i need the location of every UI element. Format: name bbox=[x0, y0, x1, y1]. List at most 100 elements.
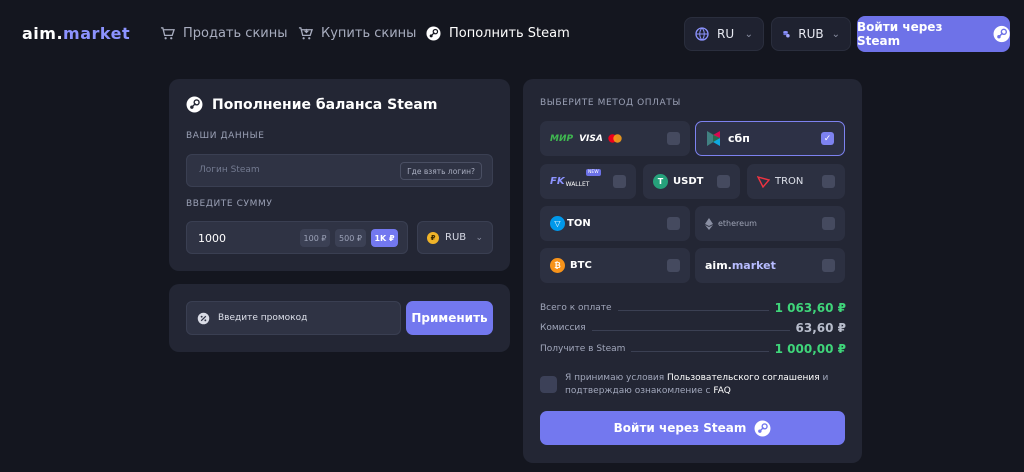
fk-wallet-label: WALLET bbox=[565, 181, 590, 188]
ruble-coin-icon: ₽ bbox=[427, 231, 439, 244]
ethereum-icon bbox=[705, 217, 713, 230]
language-value: RU bbox=[717, 27, 735, 41]
method-aim-balance[interactable]: aim. market bbox=[695, 248, 845, 283]
currency-value: RUB bbox=[798, 27, 824, 41]
faq-link[interactable]: FAQ bbox=[713, 386, 730, 396]
steam-login-field[interactable]: Логин Steam Где взять логин? bbox=[186, 154, 493, 187]
topup-title-text: Пополнение баланса Steam bbox=[212, 96, 438, 113]
btc-label: BTC bbox=[570, 260, 592, 271]
method-usdt-checkbox[interactable] bbox=[717, 175, 730, 188]
amount-input[interactable]: 1000 100 ₽ 500 ₽ 1K ₽ bbox=[186, 221, 408, 254]
method-tron[interactable]: TRON bbox=[747, 164, 845, 199]
chevron-down-icon: ⌄ bbox=[475, 232, 483, 243]
percent-badge-icon bbox=[197, 312, 210, 324]
nav-sell-label: Продать скины bbox=[183, 26, 288, 41]
summary-total: Всего к оплате 1 063,60 ₽ bbox=[540, 301, 846, 315]
cart-icon bbox=[160, 27, 175, 40]
commission-label: Комиссия bbox=[540, 323, 586, 333]
method-sbp[interactable]: сбп ✓ bbox=[695, 121, 845, 156]
agree-text: Я принимаю условия Пользовательского сог… bbox=[565, 372, 847, 398]
nav-buy-label: Купить скины bbox=[321, 26, 417, 41]
amount-currency-select[interactable]: ₽ RUB ⌄ bbox=[417, 221, 493, 254]
fk-logo: FK bbox=[550, 176, 565, 187]
tron-icon bbox=[757, 175, 770, 188]
method-btc-checkbox[interactable] bbox=[667, 259, 680, 272]
topup-title: Пополнение баланса Steam bbox=[186, 96, 437, 113]
method-fkwallet[interactable]: FK WALLET NEW bbox=[540, 164, 636, 199]
total-label: Всего к оплате bbox=[540, 303, 612, 313]
mir-logo: МИР bbox=[550, 133, 574, 144]
steam-icon bbox=[754, 420, 771, 436]
currency-select[interactable]: RUB ⌄ bbox=[771, 17, 851, 51]
logo-accent: market bbox=[63, 24, 131, 43]
method-cards-checkbox[interactable] bbox=[667, 132, 680, 145]
method-ton[interactable]: ▽ TON bbox=[540, 206, 690, 241]
login-steam-button[interactable]: Войти через Steam bbox=[540, 411, 845, 445]
method-fkwallet-checkbox[interactable] bbox=[613, 175, 626, 188]
amount-value: 1000 bbox=[198, 232, 226, 245]
commission-value: 63,60 ₽ bbox=[795, 321, 846, 335]
total-value: 1 063,60 ₽ bbox=[774, 301, 846, 315]
globe-icon bbox=[695, 27, 709, 41]
your-data-label: ВАШИ ДАННЫЕ bbox=[186, 131, 265, 141]
login-label: Войти через Steam bbox=[857, 20, 943, 48]
steam-icon bbox=[426, 26, 441, 41]
apply-promo-button[interactable]: Применить bbox=[406, 301, 493, 335]
method-aim-checkbox[interactable] bbox=[822, 259, 835, 272]
bitcoin-icon: ₿ bbox=[550, 258, 565, 273]
method-ethereum-checkbox[interactable] bbox=[822, 217, 835, 230]
steam-icon bbox=[993, 25, 1010, 43]
payment-method-title: ВЫБЕРИТЕ МЕТОД ОПЛАТЫ bbox=[540, 98, 681, 108]
ton-label: TON bbox=[567, 218, 591, 229]
tether-icon: T bbox=[653, 174, 668, 189]
logo-main: aim. bbox=[22, 24, 64, 43]
sbp-logo-icon bbox=[707, 131, 720, 146]
steam-login-placeholder: Логин Steam bbox=[199, 165, 260, 175]
method-btc[interactable]: ₿ BTC bbox=[540, 248, 690, 283]
method-cards[interactable]: МИР VISA bbox=[540, 121, 690, 156]
preset-500[interactable]: 500 ₽ bbox=[335, 229, 366, 247]
summary-receive: Получите в Steam 1 000,00 ₽ bbox=[540, 342, 846, 356]
ethereum-label: ethereum bbox=[718, 219, 757, 228]
method-usdt[interactable]: T USDT bbox=[643, 164, 740, 199]
method-sbp-checkbox[interactable]: ✓ bbox=[821, 132, 834, 145]
mastercard-icon bbox=[608, 134, 622, 143]
nav-buy-skins[interactable]: Купить скины bbox=[298, 26, 416, 41]
logo[interactable]: aim.market bbox=[22, 24, 130, 43]
chevron-down-icon: ⌄ bbox=[831, 28, 840, 40]
aim-logo-main: aim. bbox=[705, 259, 732, 272]
method-ethereum[interactable]: ethereum bbox=[695, 206, 845, 241]
promo-input[interactable]: Введите промокод bbox=[186, 301, 401, 335]
usdt-label: USDT bbox=[673, 176, 704, 187]
nav-topup-label: Пополнить Steam bbox=[449, 26, 570, 41]
steam-icon bbox=[186, 96, 203, 113]
where-login-link[interactable]: Где взять логин? bbox=[400, 162, 482, 180]
nav-sell-skins[interactable]: Продать скины bbox=[160, 26, 288, 41]
method-ton-checkbox[interactable] bbox=[667, 217, 680, 230]
cart-down-icon bbox=[298, 27, 313, 40]
login-steam-button-header[interactable]: Войти через Steam bbox=[857, 16, 1010, 52]
coins-icon bbox=[783, 31, 790, 38]
summary-commission: Комиссия 63,60 ₽ bbox=[540, 321, 846, 335]
nav-topup-steam[interactable]: Пополнить Steam bbox=[426, 26, 570, 41]
receive-value: 1 000,00 ₽ bbox=[774, 342, 846, 356]
sbp-label: сбп bbox=[728, 132, 750, 145]
agree-mid: и bbox=[819, 373, 829, 383]
ton-icon: ▽ bbox=[550, 216, 565, 231]
login-steam-label: Войти через Steam bbox=[613, 421, 747, 435]
chevron-down-icon: ⌄ bbox=[744, 28, 753, 40]
agree-line2: подтверждаю ознакомление с bbox=[565, 386, 714, 396]
agree-checkbox[interactable] bbox=[540, 376, 557, 393]
promo-placeholder: Введите промокод bbox=[218, 313, 308, 323]
amount-currency-value: RUB bbox=[445, 232, 467, 243]
agree-prefix: Я принимаю условия bbox=[565, 373, 667, 383]
apply-promo-label: Применить bbox=[411, 311, 488, 325]
language-select[interactable]: RU ⌄ bbox=[684, 17, 764, 51]
receive-label: Получите в Steam bbox=[540, 344, 626, 354]
method-tron-checkbox[interactable] bbox=[822, 175, 835, 188]
tron-label: TRON bbox=[775, 176, 804, 187]
preset-100[interactable]: 100 ₽ bbox=[300, 229, 330, 247]
amount-label: ВВЕДИТЕ СУММУ bbox=[186, 199, 273, 209]
user-agreement-link[interactable]: Пользовательского соглашения bbox=[667, 373, 820, 383]
preset-1k[interactable]: 1K ₽ bbox=[371, 229, 398, 247]
